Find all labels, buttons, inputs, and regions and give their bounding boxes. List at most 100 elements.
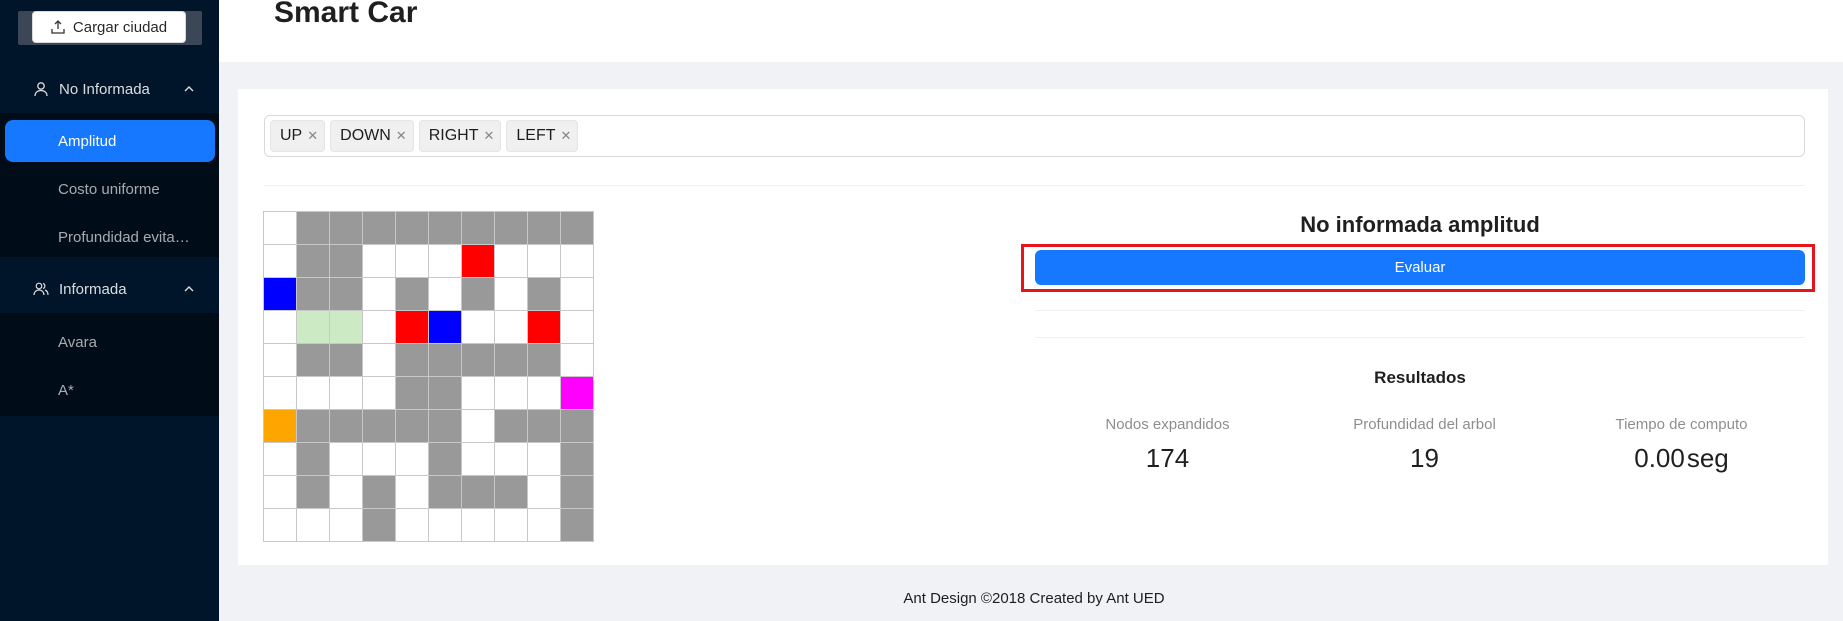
grid-cell: [363, 212, 396, 245]
stat-compute-time: Tiempo de computo 0.00seg: [1553, 416, 1810, 474]
grid-cell: [396, 476, 429, 509]
grid-cell: [462, 476, 495, 509]
grid-cell: [528, 443, 561, 476]
grid-cell: [363, 311, 396, 344]
grid-cell: [297, 377, 330, 410]
grid-cell: [330, 410, 363, 443]
grid-cell: [528, 278, 561, 311]
grid-cell: [396, 377, 429, 410]
grid-cell: [429, 410, 462, 443]
header: Smart Car: [219, 0, 1843, 62]
grid-cell: [495, 212, 528, 245]
evaluate-button[interactable]: Evaluar: [1035, 250, 1805, 285]
grid-cell: [396, 344, 429, 377]
grid-cell: [561, 278, 594, 311]
grid-cell: [264, 410, 297, 443]
close-icon[interactable]: ✕: [396, 128, 407, 144]
grid-cell: [528, 509, 561, 542]
grid-cell: [462, 410, 495, 443]
menu-item-costo-uniforme[interactable]: Costo uniforme: [0, 168, 219, 210]
grid-cell: [396, 245, 429, 278]
grid-cell: [495, 410, 528, 443]
grid-cell: [561, 344, 594, 377]
grid-cell: [264, 377, 297, 410]
upload-city-button[interactable]: Cargar ciudad: [32, 11, 186, 43]
grid-cell: [495, 476, 528, 509]
grid-cell: [264, 476, 297, 509]
chevron-up-icon: [184, 286, 194, 292]
algorithm-title: No informada amplitud: [1300, 212, 1540, 237]
operator-tag-right: RIGHT ✕: [418, 120, 502, 152]
upload-area: Cargar ciudad: [18, 11, 202, 45]
grid-cell: [396, 410, 429, 443]
menu-item-a-star[interactable]: A*: [0, 369, 219, 411]
grid-cell: [462, 377, 495, 410]
grid-cell: [495, 344, 528, 377]
grid-cell: [462, 443, 495, 476]
grid-cell: [429, 245, 462, 278]
grid-cell: [561, 476, 594, 509]
grid-cell: [264, 311, 297, 344]
divider: [264, 185, 1805, 186]
submenu-informada[interactable]: Informada: [0, 265, 219, 313]
stat-tree-depth: Profundidad del arbol 19: [1296, 416, 1553, 474]
grid-cell: [363, 344, 396, 377]
grid-cell: [528, 476, 561, 509]
close-icon[interactable]: ✕: [307, 128, 318, 144]
grid-cell: [264, 245, 297, 278]
grid-cell: [561, 410, 594, 443]
grid-cell: [330, 245, 363, 278]
grid-cell: [462, 311, 495, 344]
operators-select[interactable]: UP ✕ DOWN ✕ RIGHT ✕ LEFT ✕: [264, 115, 1805, 157]
grid-cell: [429, 212, 462, 245]
divider: [1035, 310, 1805, 311]
stat-label: Tiempo de computo: [1615, 416, 1748, 433]
grid-cell: [429, 476, 462, 509]
results-title: Resultados: [1374, 368, 1466, 387]
upload-city-label: Cargar ciudad: [72, 18, 168, 36]
upload-icon: [51, 20, 65, 34]
grid-cell: [429, 311, 462, 344]
grid-cell: [396, 278, 429, 311]
close-icon[interactable]: ✕: [561, 128, 572, 144]
grid-cell: [396, 212, 429, 245]
grid-cell: [330, 212, 363, 245]
menu-item-profundidad[interactable]: Profundidad evitando ciclos: [0, 216, 219, 258]
close-icon[interactable]: ✕: [483, 128, 494, 144]
sidebar: Cargar ciudad No Informada Amplitud Cost…: [0, 0, 219, 621]
grid-cell: [429, 278, 462, 311]
grid-cell: [561, 443, 594, 476]
grid-cell: [297, 476, 330, 509]
grid-cell: [297, 212, 330, 245]
grid-cell: [561, 311, 594, 344]
main-content: UP ✕ DOWN ✕ RIGHT ✕ LEFT ✕ No informada ampl…: [238, 89, 1828, 565]
grid-cell: [330, 476, 363, 509]
menu-item-avara[interactable]: Avara: [0, 321, 219, 363]
submenu-informada-label: Informada: [59, 280, 127, 298]
operator-tag-down: DOWN ✕: [330, 120, 414, 152]
submenu-no-informada[interactable]: No Informada: [0, 65, 219, 113]
grid-cell: [495, 509, 528, 542]
submenu-no-informada-label: No Informada: [59, 80, 150, 98]
grid-cell: [264, 344, 297, 377]
grid-cell: [495, 311, 528, 344]
grid-cell: [363, 476, 396, 509]
grid-cell: [330, 509, 363, 542]
footer: Ant Design ©2018 Created by Ant UED: [903, 590, 1165, 607]
stat-label: Profundidad del arbol: [1353, 416, 1496, 433]
grid-cell: [396, 509, 429, 542]
grid-cell: [330, 443, 363, 476]
grid-cell: [363, 443, 396, 476]
grid-cell: [495, 245, 528, 278]
grid-cell: [462, 509, 495, 542]
grid-cell: [495, 377, 528, 410]
grid-cell: [330, 377, 363, 410]
menu-item-amplitud[interactable]: Amplitud: [5, 120, 215, 162]
stat-value: 0.00seg: [1634, 443, 1729, 473]
grid-cell: [462, 245, 495, 278]
grid-cell: [561, 212, 594, 245]
grid-cell: [297, 443, 330, 476]
grid-cell: [429, 509, 462, 542]
grid-cell: [528, 245, 561, 278]
grid-cell: [363, 278, 396, 311]
